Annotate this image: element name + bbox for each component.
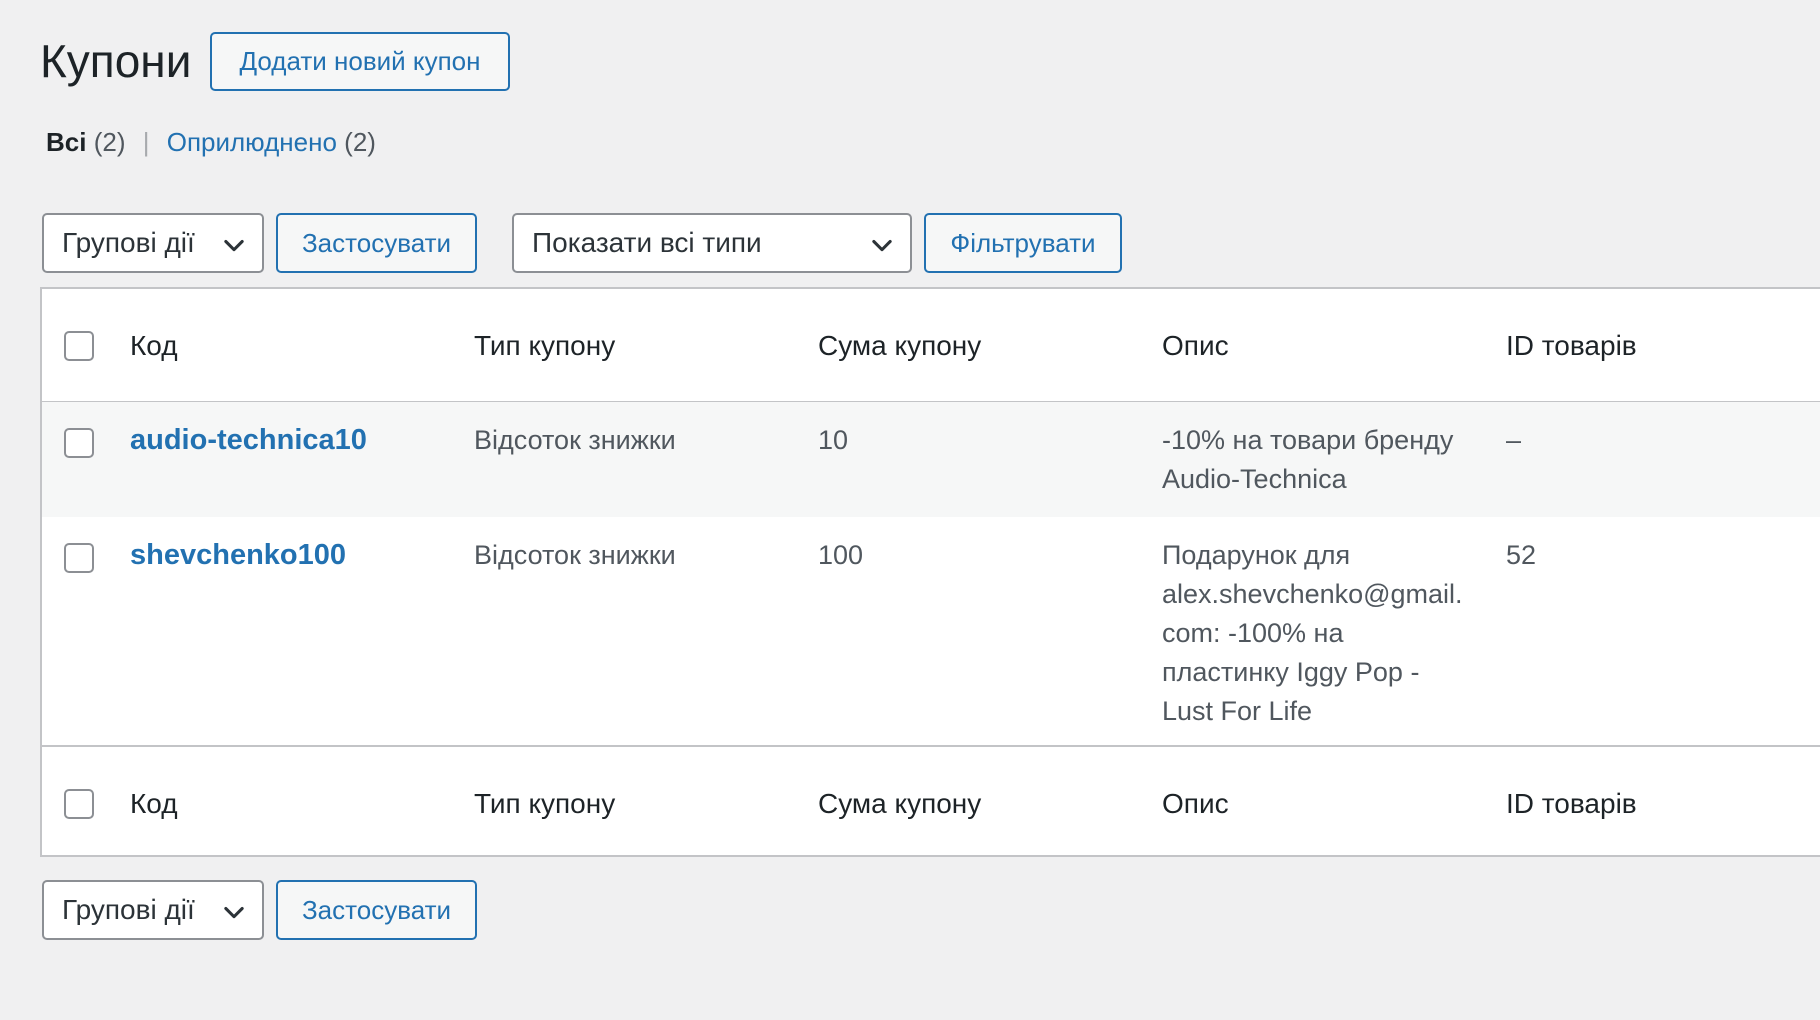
coupon-description-cell: -10% на товари бренду Audio-Technica	[1162, 421, 1462, 499]
table-footer: Код Тип купону Сума купону Опис ID товар…	[42, 745, 1820, 857]
row-checkbox[interactable]	[64, 543, 94, 573]
bulk-actions-select-top[interactable]: Групові дії	[42, 213, 264, 273]
coupon-type-cell: Відсоток знижки	[474, 425, 676, 455]
column-header-type: Тип купону	[474, 330, 616, 361]
description-line: -10% на товари бренду	[1162, 425, 1454, 455]
table-header: Код Тип купону Сума купону Опис ID товар…	[42, 289, 1820, 403]
coupon-type-cell: Відсоток знижки	[474, 540, 676, 570]
coupon-code-link[interactable]: audio-technica10	[130, 424, 367, 456]
bulk-actions-value: Групові дії	[62, 894, 195, 925]
description-line: Подарунок для	[1162, 540, 1351, 570]
column-footer-code[interactable]: Код	[130, 784, 178, 823]
description-line: com: -100% на	[1162, 618, 1344, 648]
column-header-code[interactable]: Код	[130, 326, 178, 365]
column-footer-product-ids: ID товарів	[1506, 788, 1637, 819]
bulk-actions-select-bottom[interactable]: Групові дії	[42, 880, 264, 940]
chevron-down-icon	[224, 906, 244, 919]
column-footer-amount: Сума купону	[818, 788, 982, 819]
coupon-description-cell: Подарунок для alex.shevchenko@gmail. com…	[1162, 536, 1463, 731]
select-all-checkbox[interactable]	[64, 331, 94, 361]
column-footer-description: Опис	[1162, 788, 1229, 819]
description-line: Audio-Technica	[1162, 464, 1347, 494]
coupons-page: Купони Додати новий купон Всі (2) | Опри…	[0, 0, 1820, 1020]
chevron-down-icon	[872, 239, 892, 252]
page-title: Купони	[40, 35, 192, 87]
table-row: shevchenko100 Відсоток знижки 100 Подару…	[42, 517, 1820, 745]
filter-button[interactable]: Фільтрувати	[924, 213, 1122, 273]
column-header-product-ids: ID товарів	[1506, 330, 1637, 361]
bulk-actions-value: Групові дії	[62, 227, 195, 258]
table-row: audio-technica10 Відсоток знижки 10 -10%…	[42, 402, 1820, 517]
column-header-description: Опис	[1162, 330, 1229, 361]
coupon-amount-cell: 10	[818, 425, 849, 455]
coupon-product-ids-cell: –	[1506, 425, 1522, 455]
column-header-amount: Сума купону	[818, 330, 982, 361]
coupon-amount-cell: 100	[818, 540, 864, 570]
apply-button-bottom[interactable]: Застосувати	[276, 880, 477, 940]
column-footer-type: Тип купону	[474, 788, 616, 819]
description-line: Lust For Life	[1162, 696, 1313, 726]
view-all-label[interactable]: Всі	[46, 127, 86, 157]
coupon-code-link[interactable]: shevchenko100	[130, 539, 346, 571]
coupon-type-filter-value: Показати всі типи	[532, 227, 762, 258]
description-line: пластинку Iggy Pop -	[1162, 657, 1420, 687]
coupon-product-ids-cell: 52	[1506, 540, 1537, 570]
coupon-code-cell: audio-technica10	[130, 421, 367, 460]
view-published-count: (2)	[344, 127, 376, 157]
select-all-checkbox-footer[interactable]	[64, 789, 94, 819]
view-separator: |	[142, 127, 150, 157]
row-checkbox[interactable]	[64, 428, 94, 458]
add-new-coupon-button[interactable]: Додати новий купон	[210, 32, 510, 91]
description-line: alex.shevchenko@gmail.	[1162, 579, 1463, 609]
view-all-count: (2)	[93, 127, 126, 157]
coupon-type-filter-select[interactable]: Показати всі типи	[512, 213, 912, 273]
coupons-table: Код Тип купону Сума купону Опис ID товар…	[40, 287, 1820, 857]
chevron-down-icon	[224, 239, 244, 252]
apply-button-top[interactable]: Застосувати	[276, 213, 477, 273]
view-filters: Всі (2) | Оприлюднено (2)	[46, 124, 376, 160]
coupon-code-cell: shevchenko100	[130, 536, 346, 575]
view-published-link[interactable]: Оприлюднено	[167, 127, 337, 157]
